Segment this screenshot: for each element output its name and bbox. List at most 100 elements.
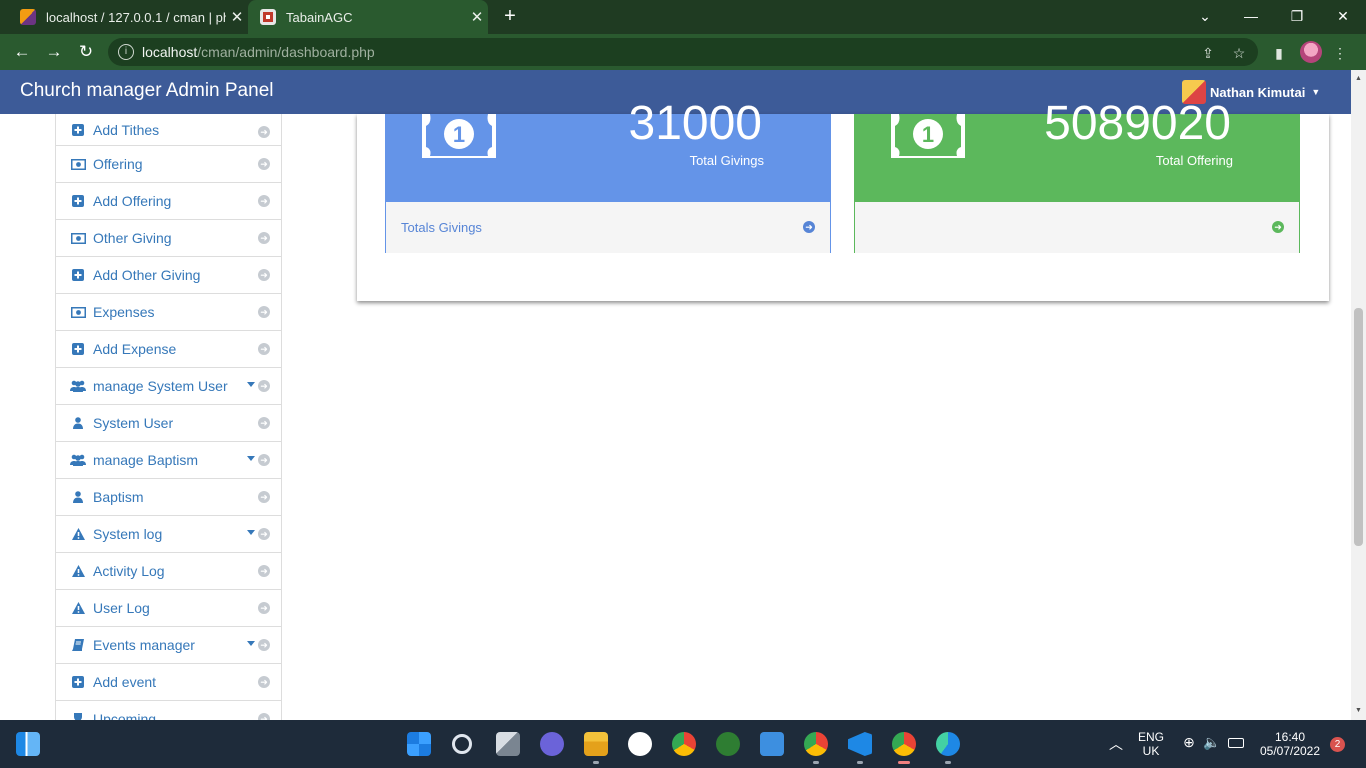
plus-square-icon (70, 267, 86, 283)
arrow-circle-right-icon[interactable]: ➜ (258, 713, 270, 720)
notepad-icon[interactable] (760, 732, 784, 756)
volume-icon[interactable]: 🔈 (1203, 734, 1221, 751)
sidebar-item[interactable]: System User ➜ (56, 405, 281, 442)
sidebar-item[interactable]: Offering ➜ (56, 146, 281, 183)
caret-down-icon[interactable] (247, 456, 255, 461)
arrow-circle-right-icon[interactable]: ➜ (258, 528, 270, 540)
clock[interactable]: 16:40 05/07/2022 (1252, 730, 1328, 758)
arrow-circle-right-icon[interactable]: ➜ (258, 602, 270, 614)
sidebar-item[interactable]: Add event ➜ (56, 664, 281, 701)
close-icon[interactable]: ✕ (226, 8, 248, 26)
side-panel-icon[interactable]: ▮ (1269, 43, 1289, 63)
close-icon[interactable]: ✕ (466, 8, 488, 26)
arrow-circle-right-icon[interactable]: ➜ (1272, 221, 1284, 233)
app-icon[interactable] (628, 732, 652, 756)
battery-icon[interactable] (1228, 738, 1244, 748)
givings-footer-link[interactable]: Totals Givings (401, 220, 482, 235)
sidebar-item[interactable]: Add Tithes ➜ (56, 114, 281, 146)
arrow-circle-right-icon[interactable]: ➜ (258, 126, 270, 138)
tab-phpmyadmin[interactable]: localhost / 127.0.0.1 / cman | php ✕ (8, 0, 248, 34)
site-info-icon[interactable]: i (118, 44, 134, 60)
reload-icon[interactable]: ↻ (74, 40, 98, 64)
search-icon[interactable] (452, 734, 472, 754)
plus-square-icon (70, 193, 86, 209)
chrome-icon[interactable] (804, 732, 828, 756)
sidebar-item[interactable]: manage Baptism ➜ (56, 442, 281, 479)
warning-icon (70, 526, 86, 542)
scroll-down-icon[interactable]: ▼ (1354, 706, 1363, 715)
sidebar-item[interactable]: Activity Log ➜ (56, 553, 281, 590)
caret-down-icon[interactable] (247, 530, 255, 535)
bookmark-star-icon[interactable]: ☆ (1229, 43, 1249, 63)
arrow-circle-right-icon[interactable]: ➜ (258, 343, 270, 355)
window-close-icon[interactable]: ✕ (1320, 0, 1366, 34)
svg-text:1: 1 (453, 122, 465, 147)
sidebar-item-label: Add Expense (93, 341, 177, 357)
language-indicator[interactable]: ENG UK (1134, 730, 1168, 758)
arrow-circle-right-icon[interactable]: ➜ (258, 676, 270, 688)
file-explorer-icon[interactable] (584, 732, 608, 756)
lang-top: ENG (1137, 730, 1164, 744)
sidebar-item[interactable]: Add Offering ➜ (56, 183, 281, 220)
teams-chat-icon[interactable] (540, 732, 564, 756)
arrow-circle-right-icon[interactable]: ➜ (258, 195, 270, 207)
back-icon[interactable]: ← (10, 40, 34, 64)
notification-badge[interactable]: 2 (1330, 737, 1345, 752)
sidebar-item[interactable]: Events manager ➜ (56, 627, 281, 664)
caret-down-icon[interactable] (247, 641, 255, 646)
app-icon[interactable] (716, 732, 740, 756)
share-icon[interactable]: ⇪ (1198, 43, 1218, 63)
new-tab-button[interactable]: + (498, 5, 522, 29)
widgets-icon[interactable] (16, 732, 40, 756)
arrow-circle-right-icon[interactable]: ➜ (258, 306, 270, 318)
task-view-icon[interactable] (496, 732, 520, 756)
page-scrollbar[interactable]: ▲ ▼ (1351, 70, 1366, 720)
offering-footer[interactable]: ➜ (855, 202, 1299, 253)
arrow-circle-right-icon[interactable]: ➜ (258, 269, 270, 281)
sidebar-item[interactable]: System log ➜ (56, 516, 281, 553)
arrow-circle-right-icon[interactable]: ➜ (258, 232, 270, 244)
arrow-circle-right-icon[interactable]: ➜ (258, 417, 270, 429)
vscode-icon[interactable] (848, 732, 872, 756)
running-indicator (593, 761, 599, 764)
forward-icon[interactable]: → (42, 40, 66, 64)
sidebar-item[interactable]: Add Other Giving ➜ (56, 257, 281, 294)
sidebar-item[interactable]: Upcoming ➜ (56, 701, 281, 720)
chevron-up-icon[interactable]: ︿ (1108, 734, 1124, 754)
money-icon (70, 230, 86, 246)
network-icon[interactable]: ⊕ (1180, 734, 1198, 751)
sidebar-item[interactable]: Add Expense ➜ (56, 331, 281, 368)
tab-title: TabainAGC (286, 9, 353, 25)
arrow-circle-right-icon[interactable]: ➜ (258, 454, 270, 466)
address-bar[interactable]: i localhost/cman/admin/dashboard.php (108, 38, 1258, 66)
scrollbar-thumb[interactable] (1354, 308, 1363, 546)
tab-search-icon[interactable]: ⌄ (1182, 0, 1228, 34)
caret-down-icon[interactable] (247, 382, 255, 387)
arrow-circle-right-icon[interactable]: ➜ (258, 565, 270, 577)
minimize-icon[interactable]: — (1228, 0, 1274, 34)
arrow-circle-right-icon[interactable]: ➜ (258, 491, 270, 503)
arrow-circle-right-icon[interactable]: ➜ (258, 380, 270, 392)
scroll-up-icon[interactable]: ▲ (1354, 74, 1363, 83)
arrow-circle-right-icon[interactable]: ➜ (258, 639, 270, 651)
profile-avatar[interactable] (1300, 41, 1322, 63)
svg-text:1: 1 (922, 122, 934, 147)
sidebar-item[interactable]: Other Giving ➜ (56, 220, 281, 257)
givings-footer[interactable]: Totals Givings ➜ (386, 202, 830, 253)
arrow-circle-right-icon[interactable]: ➜ (803, 221, 815, 233)
arrow-circle-right-icon[interactable]: ➜ (258, 158, 270, 170)
sidebar-item[interactable]: Expenses ➜ (56, 294, 281, 331)
windows-start-icon[interactable] (407, 732, 431, 756)
browser-toolbar: ← → ↻ i localhost/cman/admin/dashboard.p… (0, 34, 1366, 70)
sidebar-item[interactable]: Baptism ➜ (56, 479, 281, 516)
sidebar-item[interactable]: manage System User ➜ (56, 368, 281, 405)
tab-tabainagc[interactable]: TabainAGC ✕ (248, 0, 488, 34)
edge-icon[interactable] (936, 732, 960, 756)
sidebar-item[interactable]: User Log ➜ (56, 590, 281, 627)
menu-icon[interactable]: ⋮ (1330, 43, 1350, 63)
chrome-icon[interactable] (672, 732, 696, 756)
chrome-icon[interactable] (892, 732, 916, 756)
restore-icon[interactable]: ❐ (1274, 0, 1320, 34)
taskbar: ︿ ENG UK ⊕ 🔈 16:40 05/07/2022 (0, 720, 1366, 768)
page-title[interactable]: Church manager Admin Panel (20, 80, 273, 102)
